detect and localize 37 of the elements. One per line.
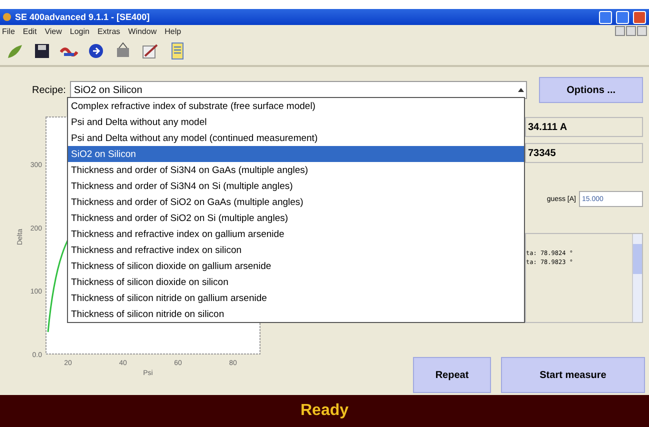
- start-measure-button[interactable]: Start measure: [501, 357, 645, 393]
- thickness-field: 34.111 A: [525, 117, 643, 137]
- restore-button[interactable]: [626, 26, 636, 36]
- recipe-option[interactable]: Thickness of silicon nitride on gallium arsenide: [68, 290, 524, 306]
- status-text: Ready: [300, 402, 349, 420]
- menu-item[interactable]: Help: [164, 26, 182, 36]
- recipe-option[interactable]: Psi and Delta without any model (continued measurement): [68, 130, 524, 146]
- caret-icon: [516, 86, 526, 94]
- app-icon: [3, 13, 11, 21]
- minimize-button[interactable]: [615, 26, 625, 36]
- recipe-option[interactable]: Thickness of silicon nitride on silicon: [68, 306, 524, 322]
- recipe-option[interactable]: Thickness of silicon dioxide on gallium arsenide: [68, 258, 524, 274]
- chart-pencil-icon[interactable]: [141, 42, 159, 60]
- menu-item[interactable]: Window: [128, 26, 157, 36]
- recipe-option[interactable]: Thickness and order of SiO2 on GaAs (multiple angles): [68, 194, 524, 210]
- menu-item[interactable]: Edit: [22, 26, 37, 36]
- recipe-option[interactable]: Thickness and order of SiO2 on Si (multiple angles): [68, 210, 524, 226]
- menu-item[interactable]: Login: [70, 26, 90, 36]
- index-field: 73345: [525, 143, 643, 163]
- repeat-button[interactable]: Repeat: [413, 357, 491, 393]
- maximize-button[interactable]: [616, 10, 629, 24]
- recipe-option[interactable]: Psi and Delta without any model: [68, 114, 524, 130]
- recipe-option[interactable]: Thickness of silicon dioxide on silicon: [68, 274, 524, 290]
- menu-item[interactable]: View: [44, 26, 62, 36]
- options-button[interactable]: Options ...: [539, 77, 643, 103]
- recipe-option[interactable]: Complex refractive index of substrate (free surface model): [68, 98, 524, 114]
- recipe-label: Recipe:: [31, 84, 66, 96]
- recipe-option[interactable]: Thickness and refractive index on silicon: [68, 242, 524, 258]
- menu-item[interactable]: Extras: [97, 26, 120, 36]
- recipe-option[interactable]: Thickness and refractive index on gallium arsenide: [68, 226, 524, 242]
- recipe-option[interactable]: Thickness and order of Si3N4 on Si (multiple angles): [68, 178, 524, 194]
- scrollbar[interactable]: [632, 234, 642, 322]
- menu-item[interactable]: File: [2, 26, 15, 36]
- close-button[interactable]: [637, 26, 647, 36]
- window-title: SE 400advanced 9.1.1 - [SE400]: [15, 12, 151, 22]
- recipe-option[interactable]: SiO2 on Silicon: [68, 146, 524, 162]
- recipe-option[interactable]: Thickness and order of Si3N4 on GaAs (multiple angles): [68, 162, 524, 178]
